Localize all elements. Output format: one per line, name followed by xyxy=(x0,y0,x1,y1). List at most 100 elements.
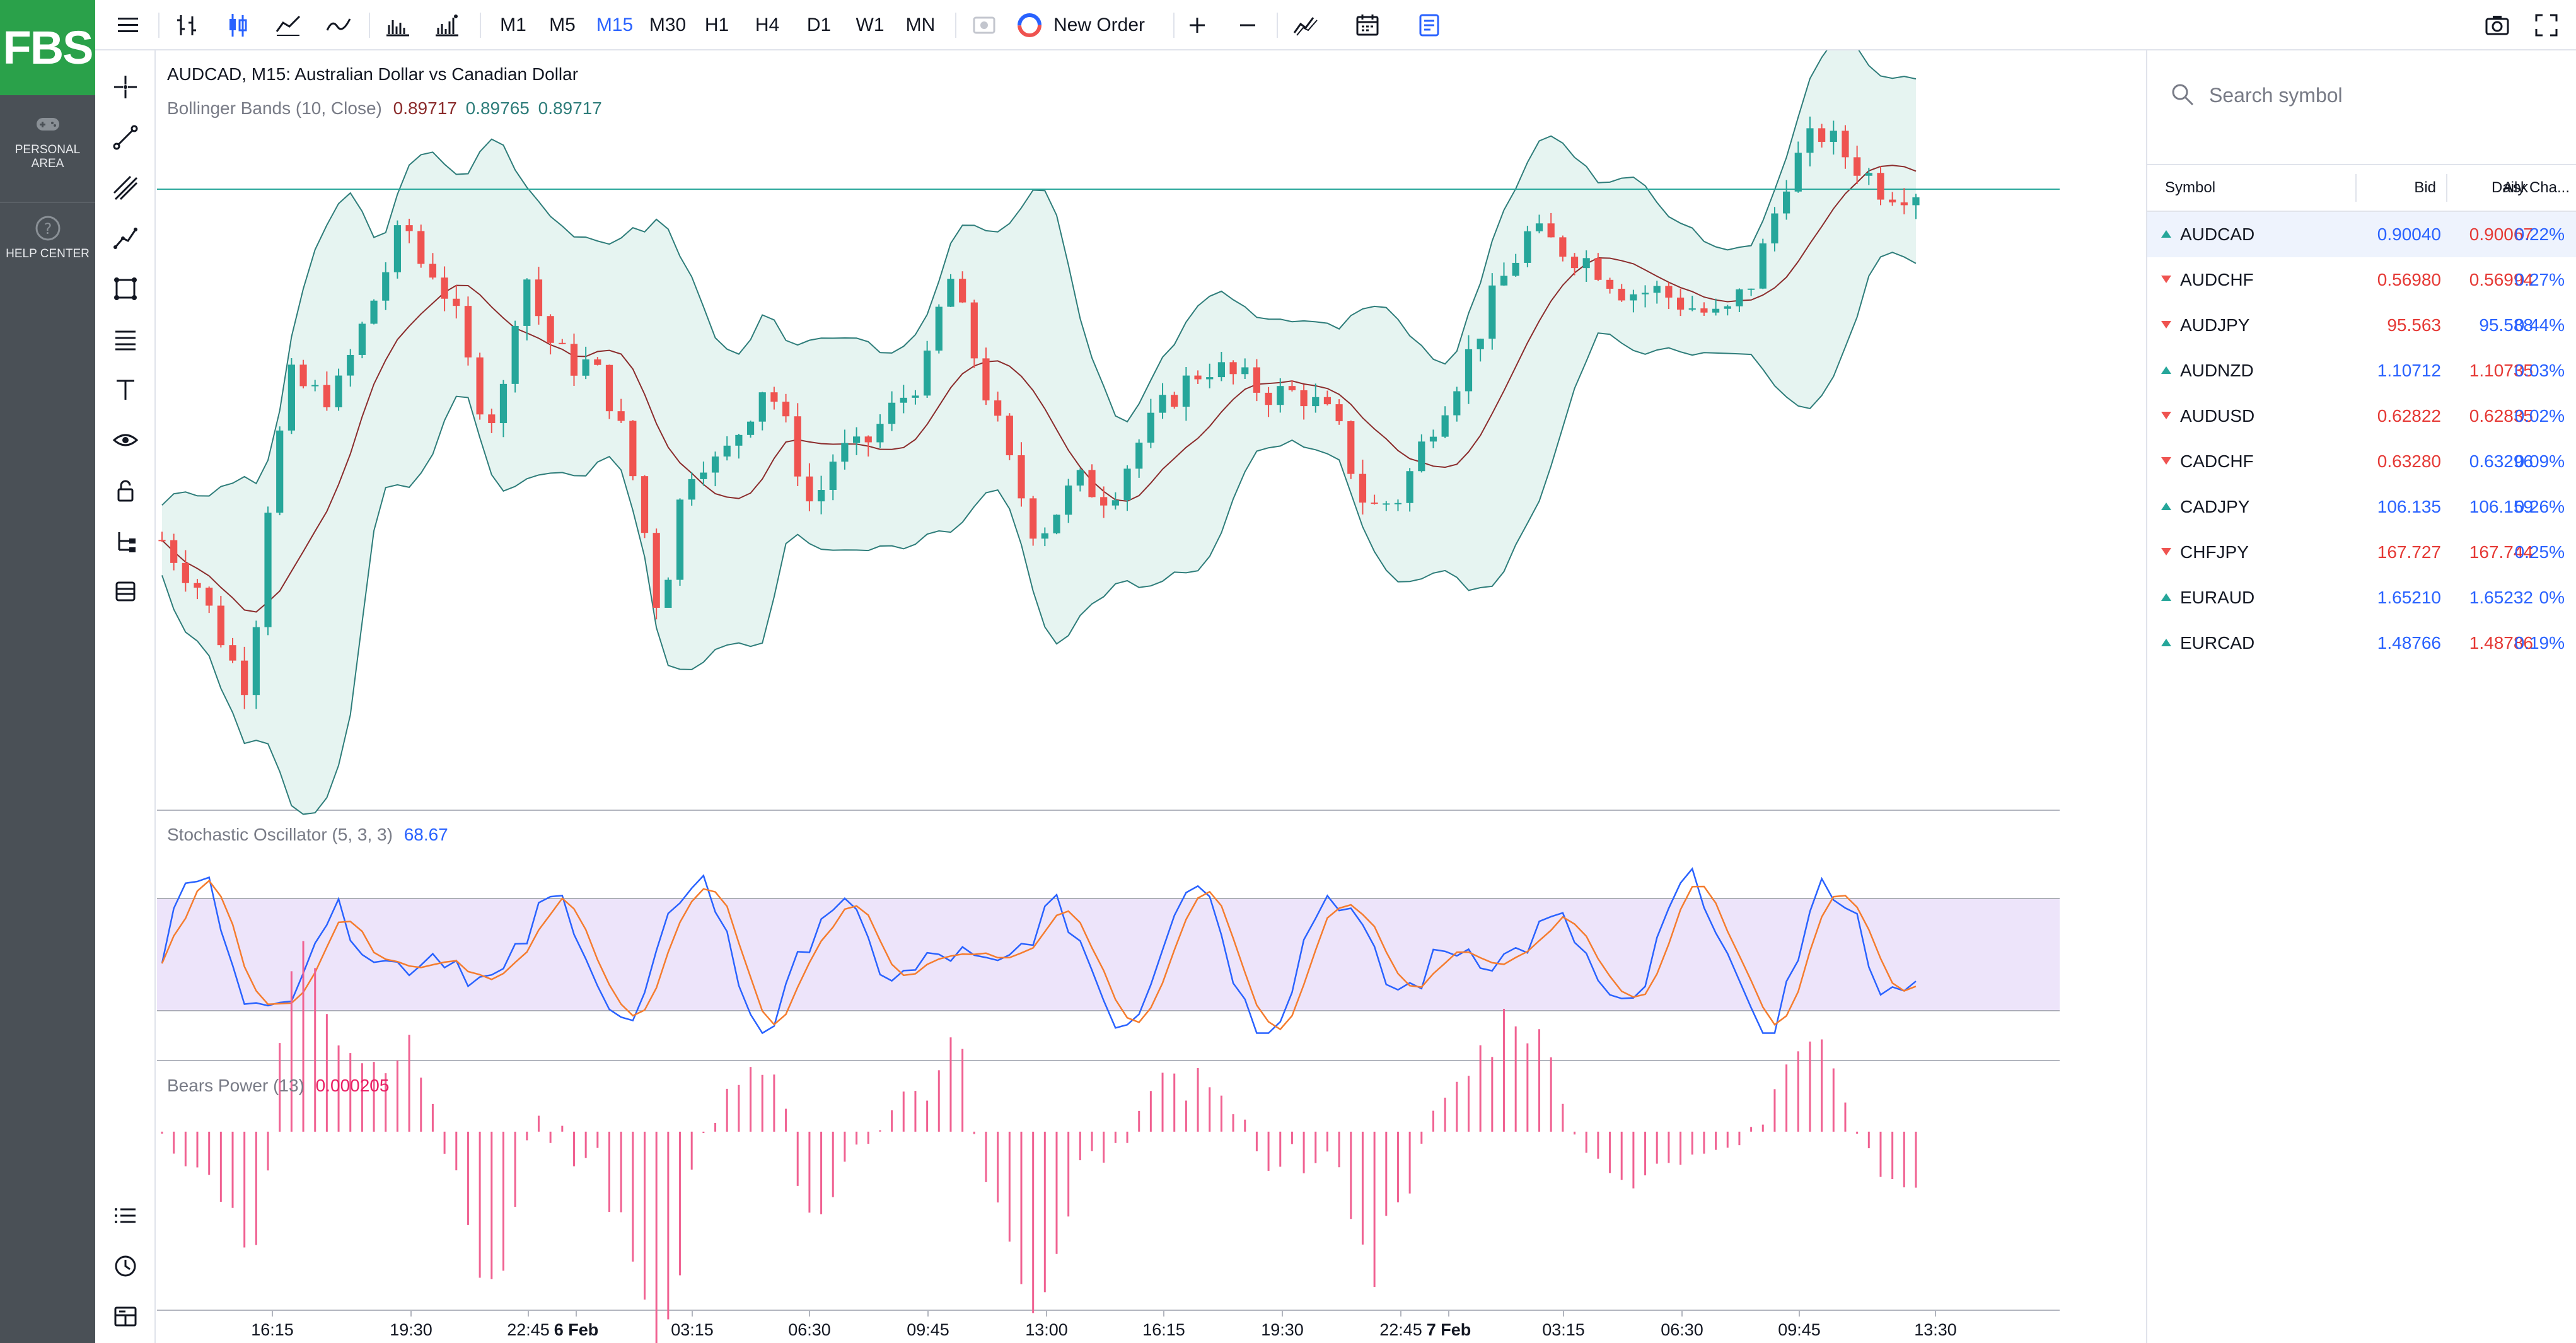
row-symbol: AUDCHF xyxy=(2180,270,2254,289)
fbs-logo[interactable]: FBS xyxy=(0,0,95,95)
candle-body xyxy=(1277,386,1284,405)
row-daily-change: 0.09% xyxy=(2514,451,2565,471)
watchlist-row-audjpy[interactable]: AUDJPY 95.563 95.588 0.44% xyxy=(2147,303,2576,348)
timeframe-d1[interactable]: D1 xyxy=(799,0,839,50)
watchlist-row-audcad[interactable]: AUDCAD 0.90040 0.90067 0.22% xyxy=(2147,212,2576,257)
shape-tool[interactable] xyxy=(108,271,143,306)
channel-tool[interactable] xyxy=(108,170,143,206)
candle-body xyxy=(806,476,813,502)
candle-body xyxy=(735,434,743,446)
lock-tool[interactable] xyxy=(108,473,143,508)
fullscreen-button[interactable] xyxy=(2529,0,2564,50)
camera-icon xyxy=(2485,16,2509,35)
timeframe-m15[interactable]: M15 xyxy=(589,0,640,50)
object-tree-tool[interactable] xyxy=(108,523,143,559)
timeframe-w1[interactable]: W1 xyxy=(848,0,892,50)
visibility-tool[interactable] xyxy=(108,422,143,458)
search-box[interactable] xyxy=(2147,63,2576,126)
time-tick-label: 16:15 xyxy=(1142,1320,1185,1339)
area-chart-button[interactable] xyxy=(270,0,306,50)
timeframe-mn[interactable]: MN xyxy=(898,0,943,50)
watchlist-panel: Symbol Bid Ask Daily Cha... AUDCAD0.9004… xyxy=(2146,50,2576,1343)
menu-button[interactable] xyxy=(110,0,146,50)
crosshair-tool[interactable] xyxy=(108,69,143,105)
svg-text:?: ? xyxy=(44,220,52,238)
candle-body xyxy=(900,397,907,403)
watchlist-row-cadjpy[interactable]: CADJPY 106.135 106.159 0.26% xyxy=(2147,484,2576,530)
chart-canvas[interactable]: 16:15 19:30 22:45 6 Feb 03:15 06:30 09:45 13:00… xyxy=(157,50,2060,1343)
time-tick-label: 22:45 xyxy=(507,1320,550,1339)
watchlist-toggle[interactable] xyxy=(108,1198,143,1233)
time-tick-label: 03:15 xyxy=(1542,1320,1585,1339)
candle-body xyxy=(1018,455,1025,499)
watchlist-row-chfjpy[interactable]: CHFJPY 167.727 167.744 0.25% xyxy=(2147,530,2576,575)
header-bid[interactable]: Bid xyxy=(2330,165,2436,211)
watchlist-row-eurcad[interactable]: EURCAD 1.48766 1.48786 0.19% xyxy=(2147,620,2576,666)
candle-body xyxy=(206,588,213,606)
timeframe-h4[interactable]: H4 xyxy=(747,0,787,50)
candle-body xyxy=(1147,412,1154,443)
bars-chart-button[interactable] xyxy=(170,0,205,50)
candle-body xyxy=(393,225,402,272)
search-symbol-input[interactable] xyxy=(2208,78,2561,112)
watchlist-row-audchf[interactable]: AUDCHF 0.56980 0.56994 0.27% xyxy=(2147,257,2576,303)
candle-body xyxy=(1441,415,1449,437)
news-toggle[interactable] xyxy=(108,1299,143,1334)
personal-area-label-1: PERSONAL xyxy=(15,143,81,156)
candle-body xyxy=(570,344,578,376)
candle-body xyxy=(641,476,649,533)
data-window-tool[interactable] xyxy=(108,574,143,609)
row-daily-change: 0.22% xyxy=(2514,224,2565,244)
line-chart-button[interactable] xyxy=(321,0,356,50)
history-toggle[interactable] xyxy=(108,1248,143,1284)
candle-body xyxy=(1159,395,1166,413)
candle-body xyxy=(453,298,460,306)
watchlist-row-audusd[interactable]: AUDUSD 0.62822 0.62835 0.02% xyxy=(2147,393,2576,439)
personal-area-link[interactable]: PERSONAL AREA xyxy=(0,110,95,195)
header-daily-change[interactable]: Daily Cha... xyxy=(2475,165,2570,211)
timeframe-m1[interactable]: M1 xyxy=(491,0,535,50)
row-symbol: EURCAD xyxy=(2180,633,2255,653)
candle-body xyxy=(194,583,201,588)
header-symbol[interactable]: Symbol xyxy=(2165,165,2215,211)
help-center-link[interactable]: ? HELP CENTER xyxy=(0,202,95,271)
candle-body xyxy=(770,392,778,402)
timeframe-m5[interactable]: M5 xyxy=(540,0,584,50)
candle-body xyxy=(264,513,272,627)
row-symbol: CHFJPY xyxy=(2180,542,2249,562)
candle-body xyxy=(1053,515,1060,533)
watchlist-row-cadchf[interactable]: CADCHF 0.63280 0.63296 0.09% xyxy=(2147,439,2576,484)
candle-body xyxy=(1547,223,1555,238)
time-tick-label: 06:30 xyxy=(788,1320,831,1339)
watchlist-row-audnzd[interactable]: AUDNZD 1.10712 1.10735 0.03% xyxy=(2147,348,2576,393)
bollinger-upper-value: 0.89765 xyxy=(465,98,530,118)
candle-body xyxy=(1794,153,1802,192)
candle-body xyxy=(1477,339,1484,349)
polyline-icon xyxy=(113,228,137,249)
calendar-button[interactable] xyxy=(1350,0,1385,50)
volume-button[interactable] xyxy=(429,0,465,50)
zoom-out-button[interactable] xyxy=(1230,0,1265,50)
fib-tool[interactable] xyxy=(108,322,143,357)
timeframe-h1[interactable]: H1 xyxy=(697,0,737,50)
watchlist-row-euraud[interactable]: EURAUD 1.65210 1.65232 0% xyxy=(2147,575,2576,620)
timeframe-m30[interactable]: M30 xyxy=(642,0,693,50)
text-tool[interactable] xyxy=(108,372,143,407)
row-symbol: AUDCAD xyxy=(2180,224,2255,244)
candle-body xyxy=(217,605,224,646)
snapshot-button[interactable] xyxy=(2480,0,2515,50)
new-order-button[interactable]: New Order xyxy=(1016,0,1167,50)
template-button[interactable] xyxy=(1412,0,1447,50)
screenshot-disabled-button[interactable] xyxy=(965,0,1003,50)
indicators-button[interactable] xyxy=(380,0,415,50)
path-tool[interactable] xyxy=(108,221,143,256)
histogram-icon xyxy=(386,20,409,37)
trend-line-tool[interactable] xyxy=(108,120,143,155)
chart-area[interactable]: 16:15 19:30 22:45 6 Feb 03:15 06:30 09:45 13:00… xyxy=(157,50,2060,1343)
time-tick-label: 22:45 xyxy=(1379,1320,1422,1339)
zoom-in-button[interactable] xyxy=(1180,0,1215,50)
indicators-menu-button[interactable] xyxy=(1288,0,1323,50)
candle-body xyxy=(229,645,236,661)
candles-chart-button[interactable] xyxy=(220,0,255,50)
candle-body xyxy=(1865,173,1872,176)
